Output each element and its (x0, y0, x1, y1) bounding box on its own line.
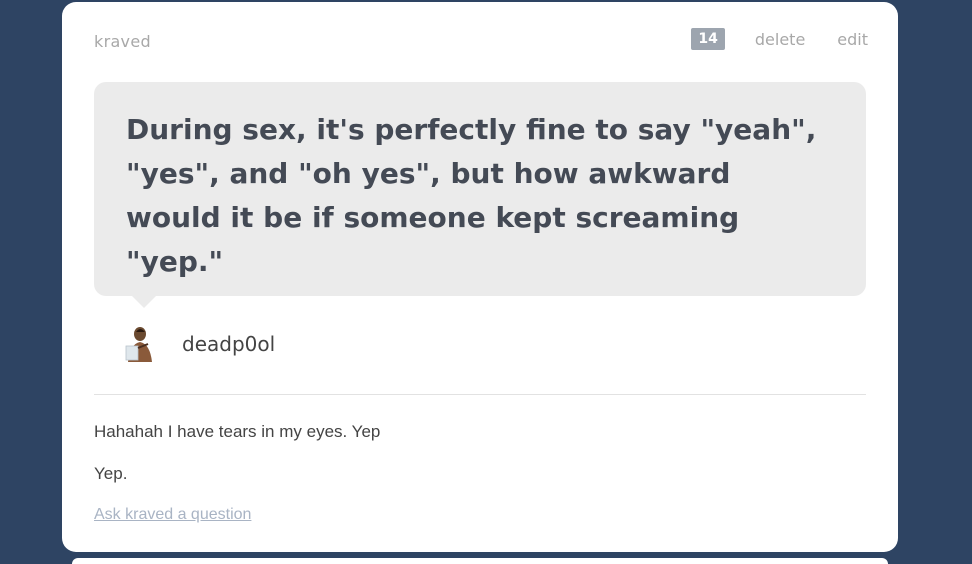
question-bubble: During sex, it's perfectly fine to say "… (94, 82, 866, 308)
answer-body: Hahahah I have tears in my eyes. Yep Yep… (94, 422, 380, 506)
ask-post-card: kraved 14 delete edit During sex, it's p… (62, 2, 898, 552)
post-username[interactable]: kraved (94, 32, 151, 51)
edit-link[interactable]: edit (837, 30, 868, 49)
post-header: kraved 14 delete edit (94, 28, 868, 54)
bubble-tail (132, 296, 156, 308)
note-count-badge[interactable]: 14 (691, 28, 725, 50)
answer-line: Hahahah I have tears in my eyes. Yep (94, 422, 381, 441)
ask-question-link[interactable]: Ask kraved a question (94, 506, 251, 524)
user-avatar-icon[interactable] (122, 324, 154, 364)
next-post-edge (72, 558, 888, 564)
divider (94, 394, 866, 395)
asker-info: deadp0ol (122, 322, 275, 366)
question-text: During sex, it's perfectly fine to say "… (126, 113, 817, 278)
delete-link[interactable]: delete (755, 30, 805, 49)
post-controls: 14 delete edit (691, 28, 868, 50)
answer-line: Yep. (94, 464, 128, 483)
asker-name[interactable]: deadp0ol (182, 332, 275, 356)
